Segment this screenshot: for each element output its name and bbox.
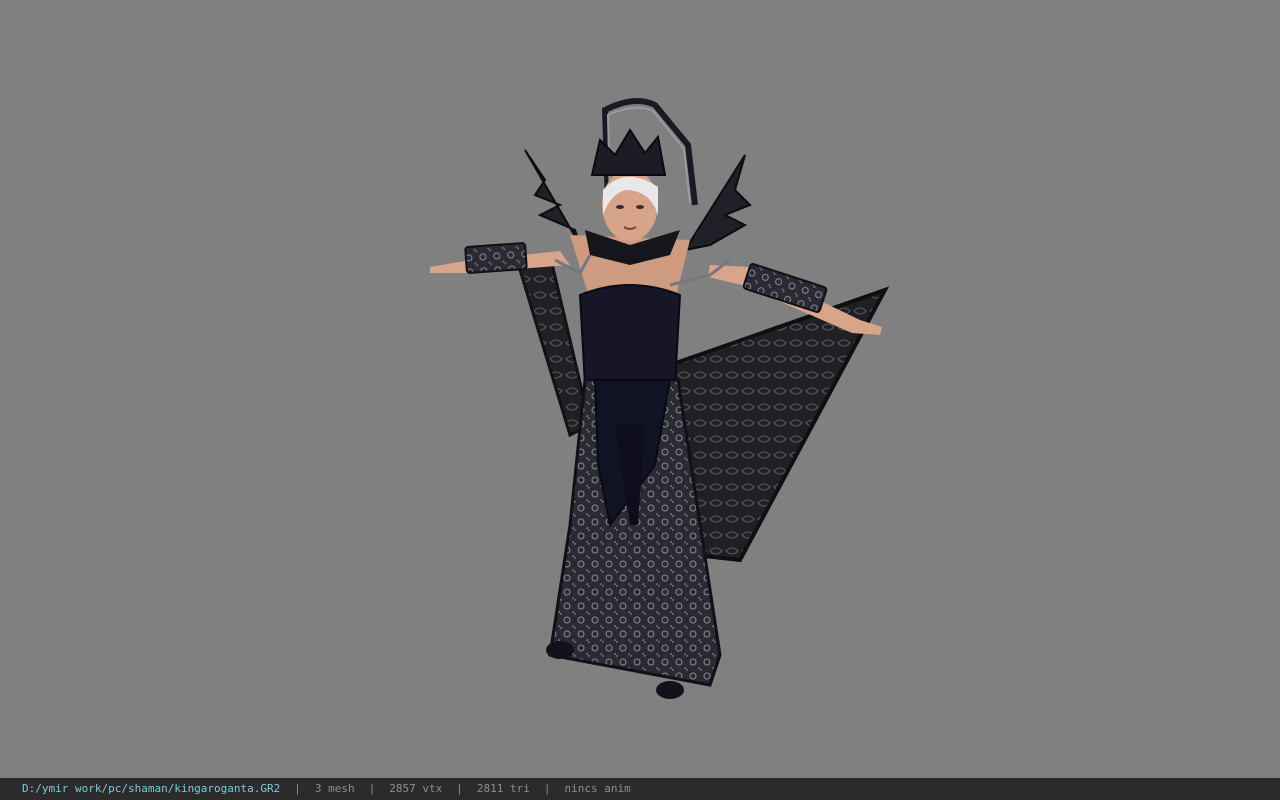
character-model[interactable] (420, 95, 900, 705)
left-bracer (464, 242, 528, 274)
right-bracer (742, 263, 828, 313)
left-shoe (546, 641, 574, 659)
separator: | (368, 782, 376, 795)
right-shoe (656, 681, 684, 699)
left-shoulder-spikes (524, 149, 581, 246)
cape-left-panel (515, 253, 592, 438)
triangle-count: 2811 tri (476, 782, 530, 795)
animation-status: nincs anim (564, 782, 631, 795)
separator: | (294, 782, 301, 795)
separator: | (543, 782, 551, 795)
file-path: D:/ymir work/pc/shaman/kingaroganta.GR2 (22, 782, 281, 795)
bodice (578, 284, 682, 386)
mesh-count: 3 mesh (314, 782, 355, 795)
3d-viewport[interactable] (0, 0, 1280, 778)
status-bar: D:/ymir work/pc/shaman/kingaroganta.GR2 … (0, 778, 1280, 800)
vertex-count: 2857 vtx (389, 782, 443, 795)
separator: | (456, 782, 463, 795)
